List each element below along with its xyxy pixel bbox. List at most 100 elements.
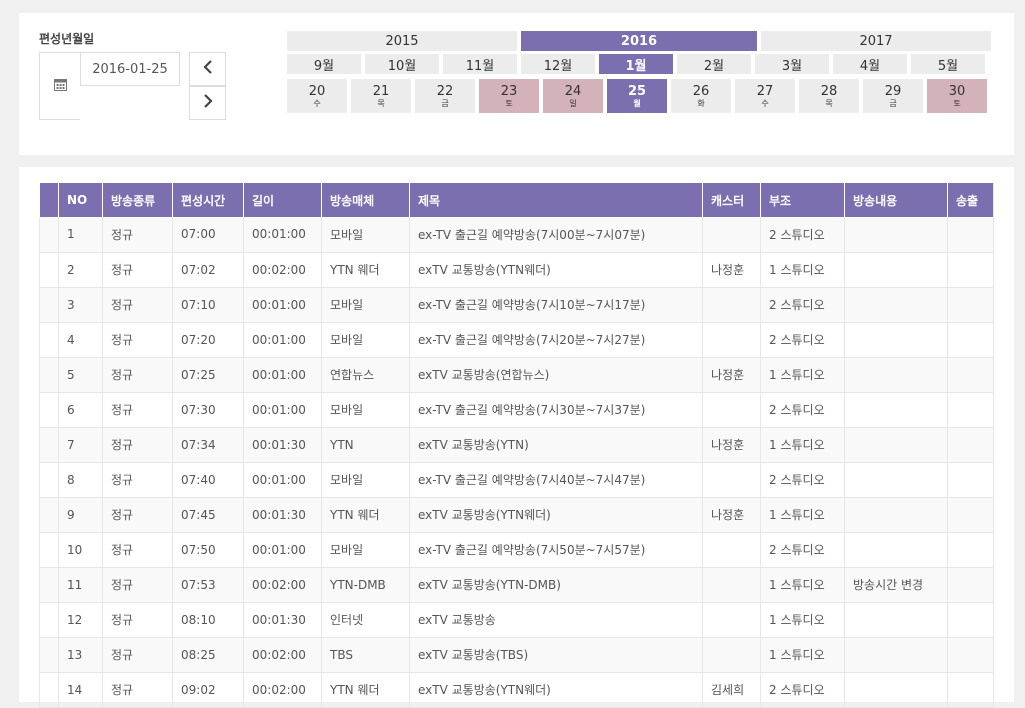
year-2015[interactable]: 2015 [287,31,517,51]
table-row[interactable]: 4 정규 07:20 00:01:00 모바일 ex-TV 출근길 예약방송(7시20분~… [39,322,994,358]
table-row[interactable]: 9 정규 07:45 00:01:30 YTN 웨더 exTV 교통방송(YTN웨더) 나정… [39,497,994,533]
day-item[interactable]: 22 금 [415,79,475,113]
row-select-cell[interactable] [39,287,59,323]
send-cell [947,357,994,393]
next-date-button[interactable] [189,86,226,120]
title-cell: exTV 교통방송(YTN-DMB) [409,567,703,603]
row-select-cell[interactable] [39,567,59,603]
media-cell: 연합뉴스 [321,357,410,393]
content-cell [844,217,948,253]
row-select-cell[interactable] [39,602,59,638]
year-2017[interactable]: 2017 [761,31,991,51]
day-weekday: 금 [441,98,449,108]
table-row[interactable]: 6 정규 07:30 00:01:00 모바일 ex-TV 출근길 예약방송(7시30분~… [39,392,994,428]
month-item[interactable]: 5월 [911,54,985,74]
caster-cell: 나정훈 [702,427,761,463]
content-cell [844,357,948,393]
caster-cell: 나정훈 [702,497,761,533]
month-item[interactable]: 2월 [677,54,751,74]
month-item[interactable]: 1월 [599,54,673,74]
month-item[interactable]: 4월 [833,54,907,74]
time-cell: 07:00 [172,217,244,253]
no-cell: 5 [58,357,103,393]
row-select-cell[interactable] [39,532,59,568]
table-row[interactable]: 11 정규 07:53 00:02:00 YTN-DMB exTV 교통방송(YTN-DM… [39,567,994,603]
day-weekday: 일 [569,98,577,108]
row-select-cell[interactable] [39,637,59,673]
table-row[interactable]: 13 정규 08:25 00:02:00 TBS exTV 교통방송(TBS) 1 스튜디오 [39,637,994,673]
studio-cell: 1 스튜디오 [760,427,845,463]
row-select-cell[interactable] [39,252,59,288]
month-item[interactable]: 10월 [365,54,439,74]
length-cell: 00:01:30 [243,497,322,533]
month-item[interactable]: 12월 [521,54,595,74]
caster-column-header: 캐스터 [702,183,761,217]
prev-date-button[interactable] [189,52,226,86]
day-item[interactable]: 26 화 [671,79,731,113]
table-row[interactable]: 5 정규 07:25 00:01:00 연합뉴스 exTV 교통방송(연합뉴스) 나정훈 1 … [39,357,994,393]
send-cell [947,322,994,358]
year-2016[interactable]: 2016 [521,31,757,51]
year-selector: 2015 2016 2017 [287,31,991,51]
month-item[interactable]: 11월 [443,54,517,74]
no-cell: 11 [58,567,103,603]
send-cell [947,637,994,673]
no-cell: 6 [58,392,103,428]
time-cell: 07:34 [172,427,244,463]
title-cell: exTV 교통방송(YTN) [409,427,703,463]
date-input[interactable]: 2016-01-25 [80,52,180,86]
content-cell [844,532,948,568]
send-cell [947,497,994,533]
row-select-cell[interactable] [39,392,59,428]
length-cell: 00:02:00 [243,252,322,288]
time-cell: 07:50 [172,532,244,568]
day-item[interactable]: 23 토 [479,79,539,113]
day-item[interactable]: 28 목 [799,79,859,113]
media-cell: YTN-DMB [321,567,410,603]
day-number: 23 [500,83,518,99]
content-cell: 방송시간 변경 [844,567,948,603]
table-row[interactable]: 3 정규 07:10 00:01:00 모바일 ex-TV 출근길 예약방송(7시10분~… [39,287,994,323]
day-item[interactable]: 25 월 [607,79,667,113]
month-item[interactable]: 9월 [287,54,361,74]
row-select-cell[interactable] [39,427,59,463]
day-number: 21 [372,83,390,99]
day-weekday: 토 [505,98,513,108]
month-item[interactable]: 3월 [755,54,829,74]
content-cell [844,637,948,673]
row-select-cell[interactable] [39,357,59,393]
calendar-button[interactable] [39,52,80,120]
studio-cell: 1 스튜디오 [760,602,845,638]
table-row[interactable]: 10 정규 07:50 00:01:00 모바일 ex-TV 출근길 예약방송(7시50분… [39,532,994,568]
date-selector-panel: 편성년월일 2016-01-25 2015 2016 2017 9월 10월 1… [19,13,1014,155]
table-row[interactable]: 8 정규 07:40 00:01:00 모바일 ex-TV 출근길 예약방송(7시40분~… [39,462,994,498]
row-select-cell[interactable] [39,322,59,358]
day-item[interactable]: 24 일 [543,79,603,113]
studio-cell: 2 스튜디오 [760,217,845,253]
send-cell [947,567,994,603]
no-cell: 1 [58,217,103,253]
content-cell [844,462,948,498]
day-item[interactable]: 21 목 [351,79,411,113]
day-item[interactable]: 30 토 [927,79,987,113]
day-item[interactable]: 29 금 [863,79,923,113]
row-select-cell[interactable] [39,217,59,253]
no-cell: 13 [58,637,103,673]
table-row[interactable]: 12 정규 08:10 00:01:30 인터넷 exTV 교통방송 1 스튜디오 [39,602,994,638]
select-column-header [39,183,59,217]
table-row[interactable]: 1 정규 07:00 00:01:00 모바일 ex-TV 출근길 예약방송(7시00분~… [39,217,994,253]
table-row[interactable]: 7 정규 07:34 00:01:30 YTN exTV 교통방송(YTN) 나정훈 1 스튜… [39,427,994,463]
studio-cell: 1 스튜디오 [760,252,845,288]
chevron-left-icon [202,60,213,78]
row-select-cell[interactable] [39,497,59,533]
row-select-cell[interactable] [39,462,59,498]
time-cell: 07:02 [172,252,244,288]
content-cell [844,427,948,463]
no-cell: 2 [58,252,103,288]
day-item[interactable]: 20 수 [287,79,347,113]
table-row[interactable]: 2 정규 07:02 00:02:00 YTN 웨더 exTV 교통방송(YTN웨더) 나정… [39,252,994,288]
no-cell: 4 [58,322,103,358]
media-cell: 모바일 [321,287,410,323]
month-selector: 9월 10월 11월 12월 1월 2월 3월 4월 5월 [287,54,985,74]
day-item[interactable]: 27 수 [735,79,795,113]
